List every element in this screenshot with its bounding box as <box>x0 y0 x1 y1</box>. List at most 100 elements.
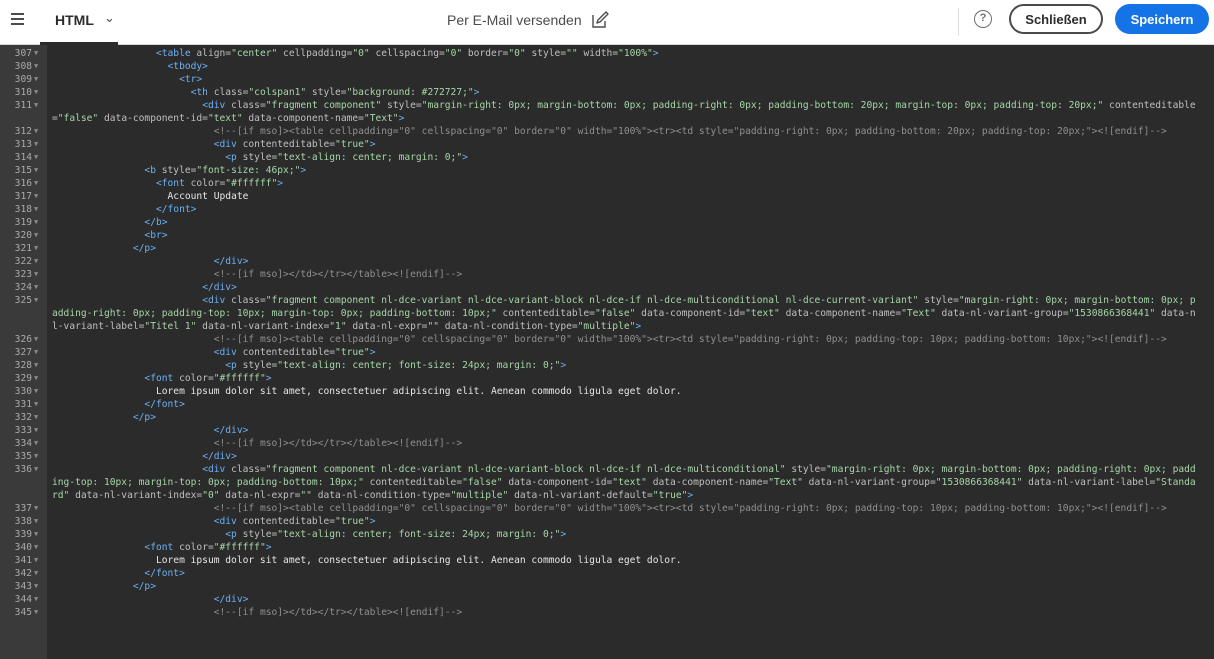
code-token: "" <box>427 321 440 332</box>
code-token: "" <box>300 490 312 501</box>
mode-selector[interactable]: HTML ⌄ <box>40 0 118 45</box>
code-token: > <box>560 360 567 371</box>
code-line[interactable]: 321 ▼ </p> <box>0 242 1214 255</box>
fold-icon[interactable]: ▼ <box>34 515 38 528</box>
fold-icon[interactable]: ▼ <box>34 281 38 294</box>
fold-icon[interactable]: ▼ <box>34 541 38 554</box>
fold-icon[interactable]: ▼ <box>34 411 38 424</box>
fold-icon[interactable]: ▼ <box>34 60 38 73</box>
code-line[interactable]: 308 ▼ <tbody> <box>0 60 1214 73</box>
save-button[interactable]: Speichern <box>1115 4 1209 34</box>
fold-icon[interactable]: ▼ <box>34 268 38 281</box>
hamburger-icon[interactable] <box>11 13 24 25</box>
code-line[interactable]: 322 ▼ </div> <box>0 255 1214 268</box>
code-token: contenteditable= <box>236 139 336 150</box>
fold-icon[interactable]: ▼ <box>34 203 38 216</box>
close-button[interactable]: Schließen <box>1009 4 1103 34</box>
code-line[interactable]: 319 ▼ </b> <box>0 216 1214 229</box>
code-line[interactable]: 332 ▼ </p> <box>0 411 1214 424</box>
fold-icon[interactable]: ▼ <box>34 424 38 437</box>
fold-icon[interactable]: ▼ <box>34 346 38 359</box>
code-line[interactable]: 310 ▼ <th class="colspan1" style="backgro… <box>0 86 1214 99</box>
code-line[interactable]: 338 ▼ <div contenteditable="true"> <box>0 515 1214 528</box>
code-line[interactable]: 317 ▼ Account Update <box>0 190 1214 203</box>
fold-icon[interactable]: ▼ <box>34 125 38 138</box>
fold-icon[interactable]: ▼ <box>34 385 38 398</box>
code-line[interactable]: 339 ▼ <p style="text-align: center; font-… <box>0 528 1214 541</box>
fold-icon[interactable]: ▼ <box>34 294 38 307</box>
code-line[interactable]: 309 ▼ <tr> <box>0 73 1214 86</box>
code-token: "0" <box>444 48 463 59</box>
fold-icon[interactable]: ▼ <box>34 151 38 164</box>
code-editor[interactable]: 307 ▼ <table align="center" cellpadding="… <box>0 45 1214 659</box>
fold-icon[interactable]: ▼ <box>34 255 38 268</box>
fold-icon[interactable]: ▼ <box>34 47 38 60</box>
code-line[interactable]: 326 ▼ <!--[if mso]><table cellpadding="0"… <box>0 333 1214 346</box>
help-icon[interactable]: ? <box>974 10 992 28</box>
code-text: <!--[if mso]></td></tr></table><![endif]… <box>52 437 1197 450</box>
fold-icon[interactable]: ▼ <box>34 99 38 112</box>
fold-icon[interactable]: ▼ <box>34 164 38 177</box>
fold-icon[interactable]: ▼ <box>34 177 38 190</box>
fold-icon[interactable]: ▼ <box>34 216 38 229</box>
fold-icon[interactable]: ▼ <box>34 593 38 606</box>
code-line[interactable]: 328 ▼ <p style="text-align: center; font-… <box>0 359 1214 372</box>
code-line[interactable]: 331 ▼ </font> <box>0 398 1214 411</box>
fold-icon[interactable]: ▼ <box>34 359 38 372</box>
code-line[interactable]: 327 ▼ <div contenteditable="true"> <box>0 346 1214 359</box>
code-line[interactable]: 318 ▼ </font> <box>0 203 1214 216</box>
line-number: 312 <box>14 126 32 137</box>
fold-icon[interactable]: ▼ <box>34 86 38 99</box>
fold-icon[interactable]: ▼ <box>34 502 38 515</box>
fold-icon[interactable]: ▼ <box>34 242 38 255</box>
code-line[interactable]: 337 ▼ <!--[if mso]><table cellpadding="0"… <box>0 502 1214 515</box>
code-line[interactable]: 316 ▼ <font color="#ffffff"> <box>0 177 1214 190</box>
code-line[interactable]: 314 ▼ <p style="text-align: center; margi… <box>0 151 1214 164</box>
code-text: </p> <box>52 242 1197 255</box>
code-line[interactable]: 340 ▼ <font color="#ffffff"> <box>0 541 1214 554</box>
code-line[interactable]: 345 ▼ <!--[if mso]></td></tr></table><![e… <box>0 606 1214 619</box>
code-line[interactable]: 311 ▼ <div class="fragment component" sty… <box>0 99 1214 125</box>
code-line[interactable]: 333 ▼ </div> <box>0 424 1214 437</box>
code-line[interactable]: 329 ▼ <font color="#ffffff"> <box>0 372 1214 385</box>
fold-icon[interactable]: ▼ <box>34 333 38 346</box>
fold-icon[interactable]: ▼ <box>34 229 38 242</box>
code-line[interactable]: 343 ▼ </p> <box>0 580 1214 593</box>
fold-icon[interactable]: ▼ <box>34 554 38 567</box>
code-line[interactable]: 342 ▼ </font> <box>0 567 1214 580</box>
fold-icon[interactable]: ▼ <box>34 73 38 86</box>
code-line[interactable]: 315 ▼ <b style="font-size: 46px;"> <box>0 164 1214 177</box>
code-token: "center" <box>231 48 278 59</box>
code-line[interactable]: 341 ▼ Lorem ipsum dolor sit amet, consect… <box>0 554 1214 567</box>
fold-icon[interactable]: ▼ <box>34 437 38 450</box>
fold-icon[interactable]: ▼ <box>34 372 38 385</box>
code-line[interactable]: 330 ▼ Lorem ipsum dolor sit amet, consect… <box>0 385 1214 398</box>
code-line[interactable]: 325 ▼ <div class="fragment component nl-d… <box>0 294 1214 333</box>
code-line[interactable]: 344 ▼ </div> <box>0 593 1214 606</box>
fold-icon[interactable]: ▼ <box>34 463 38 476</box>
fold-icon[interactable]: ▼ <box>34 190 38 203</box>
code-token: data-nl-variant-index= <box>69 490 203 501</box>
code-line[interactable]: 320 ▼ <br> <box>0 229 1214 242</box>
fold-icon[interactable]: ▼ <box>34 138 38 151</box>
code-line[interactable]: 335 ▼ </div> <box>0 450 1214 463</box>
code-line[interactable]: 334 ▼ <!--[if mso]></td></tr></table><![e… <box>0 437 1214 450</box>
code-line[interactable]: 323 ▼ <!--[if mso]></td></tr></table><![e… <box>0 268 1214 281</box>
code-line[interactable]: 307 ▼ <table align="center" cellpadding="… <box>0 47 1214 60</box>
code-token: contenteditable= <box>236 516 336 527</box>
fold-icon[interactable]: ▼ <box>34 450 38 463</box>
fold-icon[interactable]: ▼ <box>34 567 38 580</box>
fold-icon[interactable]: ▼ <box>34 398 38 411</box>
fold-icon[interactable]: ▼ <box>34 528 38 541</box>
fold-icon[interactable]: ▼ <box>34 580 38 593</box>
code-line[interactable]: 312 ▼ <!--[if mso]><table cellpadding="0"… <box>0 125 1214 138</box>
fold-icon[interactable]: ▼ <box>34 606 38 619</box>
code-line[interactable]: 336 ▼ <div class="fragment component nl-d… <box>0 463 1214 502</box>
code-line[interactable]: 324 ▼ </div> <box>0 281 1214 294</box>
edit-icon[interactable] <box>590 10 610 30</box>
code-line[interactable]: 313 ▼ <div contenteditable="true"> <box>0 138 1214 151</box>
code-token: color= <box>173 373 214 384</box>
